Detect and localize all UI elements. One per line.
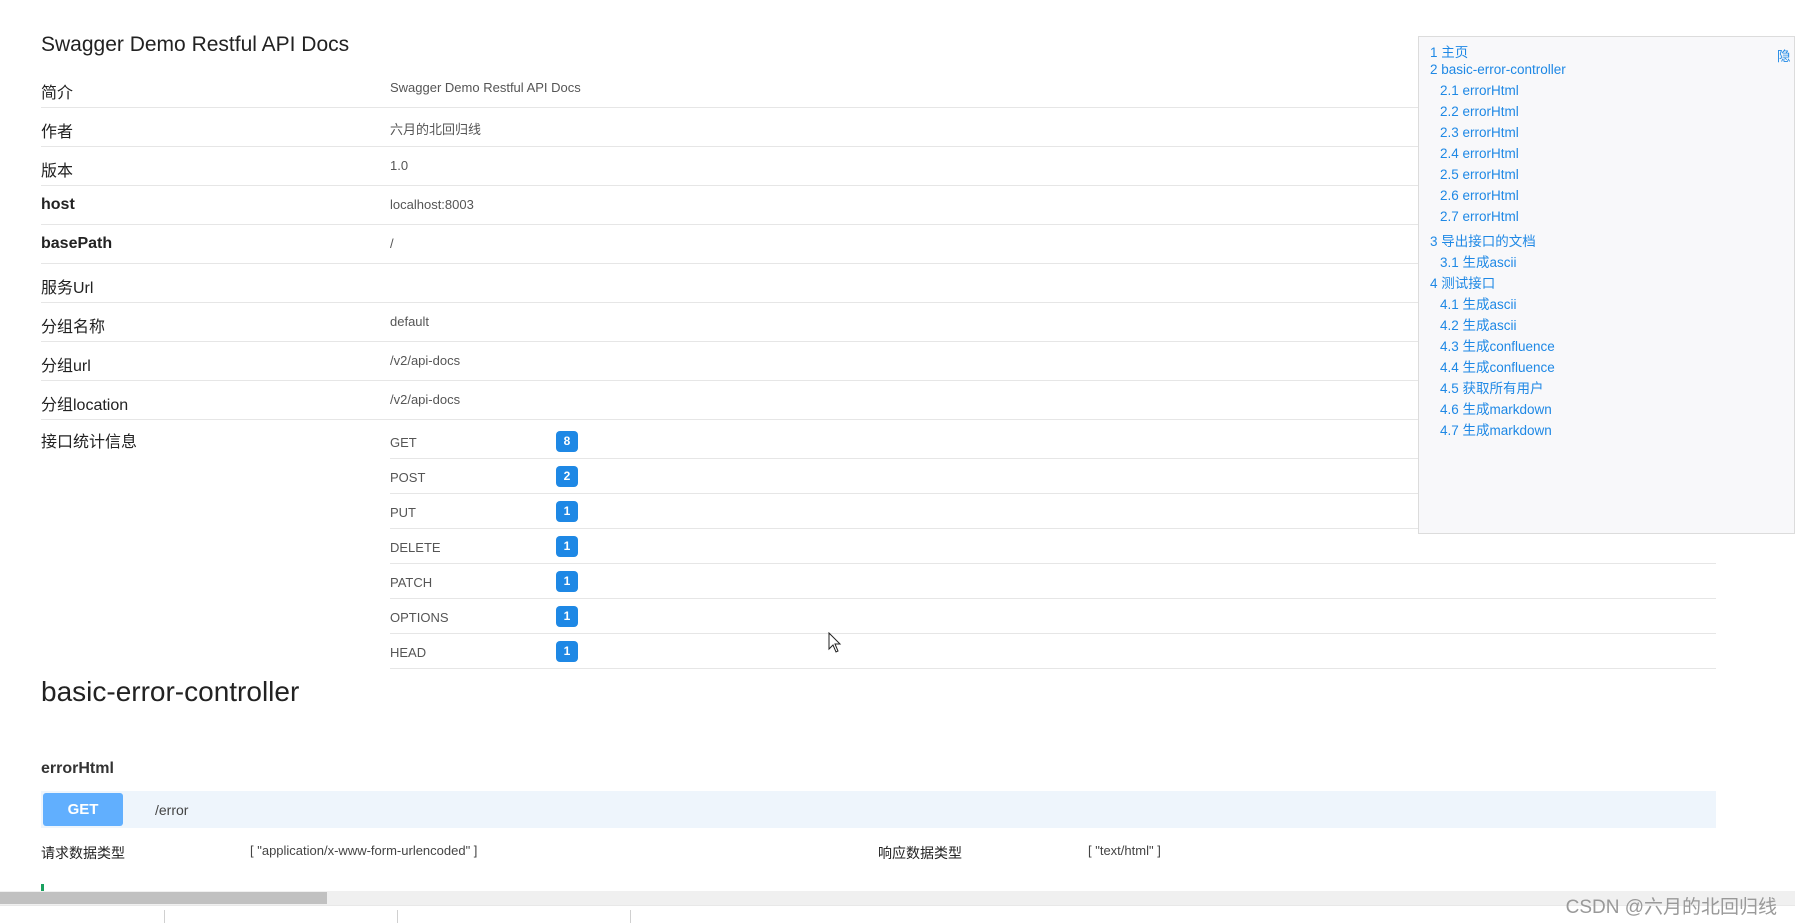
toc-item[interactable]: 4.7 生成markdown: [1440, 419, 1552, 439]
toc-item[interactable]: 2.7 errorHtml: [1440, 209, 1519, 224]
info-key: 服务Url: [41, 280, 94, 297]
request-type-label: 请求数据类型: [41, 845, 125, 861]
response-type-value: [ "text/html" ]: [1088, 843, 1161, 858]
stat-row-patch: PATCH 1: [390, 564, 1716, 599]
info-key: 简介: [41, 85, 74, 102]
operation-path: /error: [155, 802, 189, 818]
info-value: 1.0: [390, 158, 409, 173]
toc-item-test-api[interactable]: 4 测试接口: [1430, 272, 1495, 292]
scrollbar-thumb[interactable]: [0, 892, 327, 904]
stat-method: HEAD: [390, 645, 427, 660]
section-title: basic-error-controller: [41, 676, 300, 707]
info-value: localhost:8003: [390, 197, 474, 212]
info-value: 六月的北回归线: [390, 122, 482, 137]
count-badge: 1: [556, 501, 578, 522]
bottom-divider: [630, 910, 631, 923]
operation-bar[interactable]: GET /error: [41, 791, 1716, 828]
stat-row-delete: DELETE 1: [390, 529, 1716, 564]
stat-row-head: HEAD 1: [390, 634, 1716, 669]
info-key: 作者: [41, 124, 74, 141]
toc-item[interactable]: 3.1 生成ascii: [1440, 251, 1517, 271]
stat-method: PUT: [390, 505, 416, 520]
toc-item-basic-error-controller[interactable]: 2 basic-error-controller: [1430, 62, 1566, 77]
stat-row-options: OPTIONS 1: [390, 599, 1716, 634]
info-key: host: [41, 196, 75, 213]
info-value: /v2/api-docs: [390, 353, 461, 368]
table-of-contents: 隐 1 主页 2 basic-error-controller 2.1 erro…: [1418, 36, 1795, 534]
stat-method: OPTIONS: [390, 610, 449, 625]
count-badge: 1: [556, 571, 578, 592]
toc-item[interactable]: 2.1 errorHtml: [1440, 83, 1519, 98]
toc-item[interactable]: 4.5 获取所有用户: [1440, 377, 1544, 397]
toc-item[interactable]: 4.6 生成markdown: [1440, 398, 1552, 418]
stats-label: 接口统计信息: [41, 434, 138, 451]
response-type-label: 响应数据类型: [878, 845, 962, 861]
toc-item[interactable]: 2.5 errorHtml: [1440, 167, 1519, 182]
count-badge: 2: [556, 466, 578, 487]
stat-method: GET: [390, 435, 417, 450]
toc-item-home[interactable]: 1 主页: [1430, 41, 1468, 61]
bottom-divider: [164, 910, 165, 923]
horizontal-scrollbar[interactable]: [0, 891, 1795, 905]
stat-method: POST: [390, 470, 426, 485]
count-badge: 1: [556, 606, 578, 627]
info-value: Swagger Demo Restful API Docs: [390, 80, 581, 95]
info-key: 分组名称: [41, 319, 106, 336]
info-key: 分组location: [41, 397, 129, 414]
toc-item[interactable]: 2.6 errorHtml: [1440, 188, 1519, 203]
info-value: /: [390, 236, 394, 251]
info-key: basePath: [41, 235, 113, 252]
toc-item[interactable]: 4.4 生成confluence: [1440, 356, 1555, 376]
count-badge: 8: [556, 431, 578, 452]
info-key: 分组url: [41, 358, 91, 375]
page-title: Swagger Demo Restful API Docs: [41, 33, 350, 56]
stat-method: PATCH: [390, 575, 433, 590]
bottom-strip: [0, 905, 1795, 924]
toc-item[interactable]: 2.2 errorHtml: [1440, 104, 1519, 119]
stat-method: DELETE: [390, 540, 441, 555]
request-type-value: [ "application/x-www-form-urlencoded" ]: [250, 843, 478, 858]
info-value: default: [390, 314, 430, 329]
toc-hide-link[interactable]: 隐: [1777, 45, 1791, 65]
operation-title: errorHtml: [41, 760, 114, 777]
info-key: 版本: [41, 163, 74, 180]
watermark: CSDN @六月的北回归线: [1565, 897, 1777, 918]
toc-item[interactable]: 4.2 生成ascii: [1440, 314, 1517, 334]
toc-item-export-docs[interactable]: 3 导出接口的文档: [1430, 230, 1536, 250]
get-method-badge[interactable]: GET: [43, 793, 123, 826]
count-badge: 1: [556, 641, 578, 662]
count-badge: 1: [556, 536, 578, 557]
toc-item[interactable]: 2.3 errorHtml: [1440, 125, 1519, 140]
mouse-cursor-icon: [828, 632, 842, 653]
toc-item[interactable]: 4.1 生成ascii: [1440, 293, 1517, 313]
toc-item[interactable]: 2.4 errorHtml: [1440, 146, 1519, 161]
toc-item[interactable]: 4.3 生成confluence: [1440, 335, 1555, 355]
info-value: /v2/api-docs: [390, 392, 461, 407]
bottom-divider: [397, 910, 398, 923]
